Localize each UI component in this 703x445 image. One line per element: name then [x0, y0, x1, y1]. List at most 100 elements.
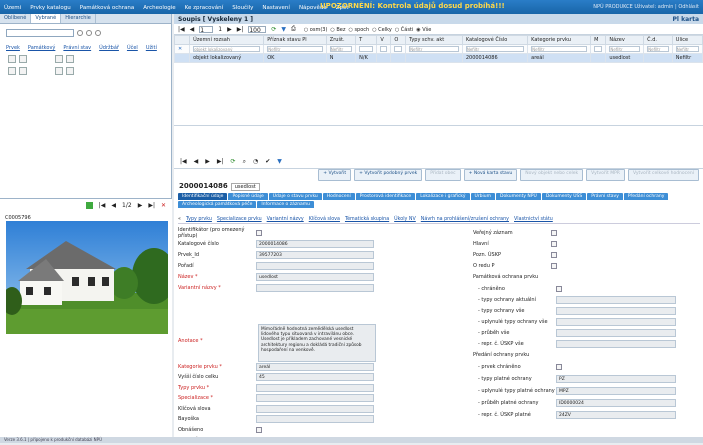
first-button[interactable] [8, 55, 16, 63]
subnav-link-6[interactable]: Návrh na prohlášení/zrušení ochrany [421, 217, 509, 222]
field-value[interactable] [256, 404, 374, 413]
action-button-2[interactable]: Přidat obec [425, 169, 461, 181]
refresh-record-icon[interactable]: ⟳ [231, 158, 236, 165]
column-header[interactable]: Katalogové Číslo [461, 35, 529, 45]
menu-item-6[interactable]: Nastavení [262, 5, 290, 11]
house-photo[interactable] [6, 221, 168, 334]
record-tab-7[interactable]: Dokumenty NPÚ [496, 193, 541, 200]
record-tab-10[interactable]: Předání ochrany [623, 193, 669, 200]
column-header[interactable]: Příznak stavu Pl [263, 35, 327, 45]
scope-radios[interactable]: ○ osm(3) ○ Bez ○ spoch ○ Celky ○ Části ◉ Vše [301, 26, 432, 33]
column-header[interactable]: Kategorie prvku [527, 35, 592, 45]
filter-input[interactable]: Nefiltr [329, 46, 353, 52]
history-icon[interactable]: ◔ [253, 158, 258, 165]
field-value[interactable]: 45 [256, 373, 374, 381]
last-button[interactable] [66, 55, 74, 63]
menu-item-2[interactable]: Památková ochrana [80, 5, 134, 11]
field-checkbox[interactable] [556, 363, 562, 370]
record-tab-4[interactable]: Prostorová identifikace [355, 193, 416, 200]
add-button[interactable] [55, 67, 63, 75]
action-button-5[interactable]: Vytvořit MPR [586, 169, 625, 181]
record-tab-5[interactable]: Lokalizace i grafický [416, 193, 470, 200]
down-button[interactable] [19, 67, 27, 75]
filter-record-icon[interactable]: ▼ [277, 158, 282, 165]
record-tab-3[interactable]: Hodnocení [322, 193, 355, 200]
anotace-textarea[interactable]: Mimořádně hodnotná zemědělská usedlost l… [258, 324, 376, 362]
export-icon[interactable]: ⎙ [291, 25, 296, 33]
record-tab-1[interactable]: Popisné údaje [228, 193, 268, 200]
filter-input[interactable]: Nefiltr [267, 46, 323, 52]
green-add-icon[interactable] [85, 201, 93, 209]
field-checkbox[interactable] [551, 240, 557, 247]
field-value[interactable] [556, 295, 676, 304]
radio-2[interactable]: ○ spoch [349, 27, 370, 33]
action-button-4[interactable]: Nový objekt nebo celek [520, 169, 584, 181]
field-value[interactable]: ID0000024 [556, 398, 676, 407]
refresh-icon[interactable] [95, 30, 101, 36]
next-image-icon[interactable]: ▶ [138, 202, 143, 209]
remove-button[interactable] [66, 67, 74, 75]
left-tab-2[interactable]: Hierarchie [61, 14, 96, 23]
page-input[interactable]: 1 [199, 25, 214, 34]
field-value[interactable]: areál [256, 362, 374, 371]
subnav-link-3[interactable]: Klíčová slova [309, 217, 340, 222]
next-record-icon[interactable]: ▶ [205, 158, 210, 165]
field-value[interactable]: 24ZV [556, 410, 676, 419]
left-link-5[interactable]: Užití [146, 45, 157, 51]
prev-page-icon[interactable]: ◀ [190, 26, 195, 33]
refresh-icon[interactable]: ⟳ [271, 26, 276, 33]
record-tab-2[interactable]: Údaje o stavu prvku [268, 193, 322, 200]
field-checkbox[interactable] [256, 229, 262, 236]
user-info[interactable]: NPÚ PRODUKCE Uživatel: admin | Odhlásit [593, 4, 699, 10]
column-header[interactable]: M [590, 35, 607, 45]
detail-link[interactable]: Pl karta [673, 16, 699, 23]
left-link-2[interactable]: Právní stav [63, 45, 91, 51]
column-header[interactable]: Název [605, 35, 645, 45]
search-icon[interactable] [77, 30, 83, 36]
subnav-link-0[interactable]: Typy prvku [186, 217, 212, 222]
first-record-icon[interactable]: |◀ [180, 158, 187, 165]
subnav-link-7[interactable]: Vlastnictví státu [514, 217, 553, 222]
filter-input[interactable] [380, 46, 388, 52]
menu-item-3[interactable]: Archeologie [143, 5, 175, 11]
settings-icon[interactable] [86, 30, 92, 36]
menu-item-0[interactable]: Územi [4, 5, 21, 11]
filter-input[interactable]: Nefiltr [609, 46, 641, 52]
record-tab-12[interactable]: Informace o záznamu [257, 201, 315, 208]
first-page-icon[interactable]: |◀ [178, 26, 185, 33]
radio-4[interactable]: ○ Části [395, 27, 413, 33]
filter-input[interactable]: Nefiltr [647, 46, 669, 52]
column-header[interactable]: Typy schv. akt [405, 35, 463, 45]
subnav-link-5[interactable]: Úkoly NV [394, 217, 416, 222]
record-tab-0[interactable]: Identifikační údaje [178, 193, 228, 200]
radio-0[interactable]: ○ osm(3) [304, 27, 328, 33]
radio-5[interactable]: ◉ Vše [416, 27, 431, 33]
field-checkbox[interactable] [556, 285, 562, 292]
subnav-link-4[interactable]: Tématická skupina [345, 217, 389, 222]
last-image-icon[interactable]: ▶| [148, 202, 155, 209]
filter-input[interactable]: objekt lokalizovaný [193, 46, 261, 52]
next-button[interactable] [55, 55, 63, 63]
prev-record-icon[interactable]: ◀ [194, 158, 199, 165]
filter-input[interactable] [359, 46, 374, 52]
filter-input[interactable]: Nefiltr [531, 46, 588, 52]
subnav-link-2[interactable]: Variantní názvy [267, 217, 304, 222]
record-tab-11[interactable]: Archeologická památková péče [178, 201, 257, 208]
field-value[interactable] [556, 339, 676, 348]
field-value[interactable] [556, 317, 676, 326]
filter-input[interactable]: Nefiltr [675, 46, 699, 52]
filter-input[interactable]: Nefiltr [409, 46, 459, 52]
field-value[interactable] [256, 383, 374, 392]
field-value[interactable] [256, 394, 374, 402]
left-tab-0[interactable]: Oblíbené [0, 14, 32, 23]
radio-1[interactable]: ○ Bez [330, 27, 345, 33]
last-page-icon[interactable]: ▶| [237, 26, 244, 33]
clear-filter-icon[interactable]: ✕ [178, 46, 182, 52]
radio-3[interactable]: ○ Celky [372, 27, 392, 33]
field-value[interactable]: 2000014086 [256, 239, 374, 248]
up-button[interactable] [8, 67, 16, 75]
field-value[interactable] [256, 415, 374, 423]
collapse-icon[interactable]: « [178, 217, 181, 222]
left-link-4[interactable]: Účel [127, 45, 138, 51]
field-checkbox[interactable] [551, 262, 557, 269]
